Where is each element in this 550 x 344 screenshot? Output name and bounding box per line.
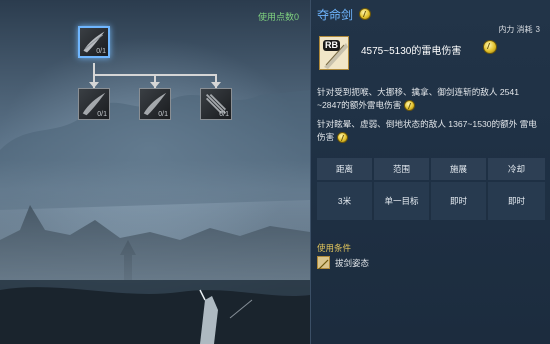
skill-tooltip-panel: 夺命剑 内力 消耗 3 RB 4575~5130的雷电伤害 针对受到扼喉、大挪移、…	[310, 0, 550, 344]
lightning-element-icon	[483, 40, 497, 54]
stat-header-range: 距离	[317, 158, 372, 180]
skill-stats-table: 距离 范围 施展 冷却 3米 单一目标 即时 即时	[317, 158, 545, 226]
effect-description-1: 针对受到扼喉、大挪移、擒拿、御剑连斩的敌人 2541 ~2847的额外雷电伤害	[317, 86, 545, 112]
sword-stance-icon	[318, 259, 329, 270]
effect-description-2: 针对眩晕、虚弱、倒地状态的敌人 1367~1530的额外 雷电伤害	[317, 118, 545, 144]
key-binding-badge: RB	[323, 40, 340, 51]
stat-value-cooldown: 即时	[488, 182, 545, 220]
skill-name: 夺命剑	[317, 8, 354, 22]
stat-header-cooldown: 冷却	[488, 158, 545, 180]
misty-background-scene	[0, 90, 310, 344]
stance-icon	[317, 256, 330, 270]
cost-label: 内力 消耗	[498, 25, 533, 34]
stat-header-area: 范围	[374, 158, 429, 180]
skill-node-branch-2[interactable]: 0/1	[139, 88, 171, 120]
stat-value-cast: 即时	[431, 182, 486, 220]
damage-text: 4575~5130的雷电伤害	[361, 46, 462, 57]
lightning-element-icon	[359, 8, 371, 20]
cost-value: 3	[535, 25, 540, 34]
skill-node-branch-3[interactable]: 0/1	[200, 88, 232, 120]
stat-header-cast: 施展	[431, 158, 486, 180]
stat-value-range: 3米	[317, 182, 372, 220]
skill-level: 0/1	[158, 111, 168, 118]
skill-tree-panel: 0/1 0/1 0/1 0/1 使用点数0	[0, 0, 310, 344]
stat-value-area: 单一目标	[374, 182, 429, 220]
condition-text: 拔剑姿态	[335, 258, 370, 268]
points-used-label: 使用点数0	[258, 12, 300, 22]
lightning-element-icon	[336, 132, 348, 144]
effect-text: 针对受到扼喉、大挪移、擒拿、御剑连斩的敌人 2541 ~2847的额外雷电伤害	[317, 87, 519, 110]
skill-level: 0/1	[96, 48, 106, 55]
conditions-label: 使用条件	[317, 243, 352, 253]
skill-level: 0/1	[219, 111, 229, 118]
effect-text: 针对眩晕、虚弱、倒地状态的敌人 1367~1530的额外 雷电伤害	[317, 119, 537, 142]
game-screen: 0/1 0/1 0/1 0/1 使用点数0 夺命剑 内力 消耗 3 RB 457…	[0, 0, 550, 344]
skill-level: 0/1	[97, 111, 107, 118]
lightning-element-icon	[403, 100, 415, 112]
internal-force-cost: 内力 消耗 3	[495, 24, 540, 35]
skill-node-branch-1[interactable]: 0/1	[78, 88, 110, 120]
skill-node-root[interactable]: 0/1	[78, 26, 110, 58]
